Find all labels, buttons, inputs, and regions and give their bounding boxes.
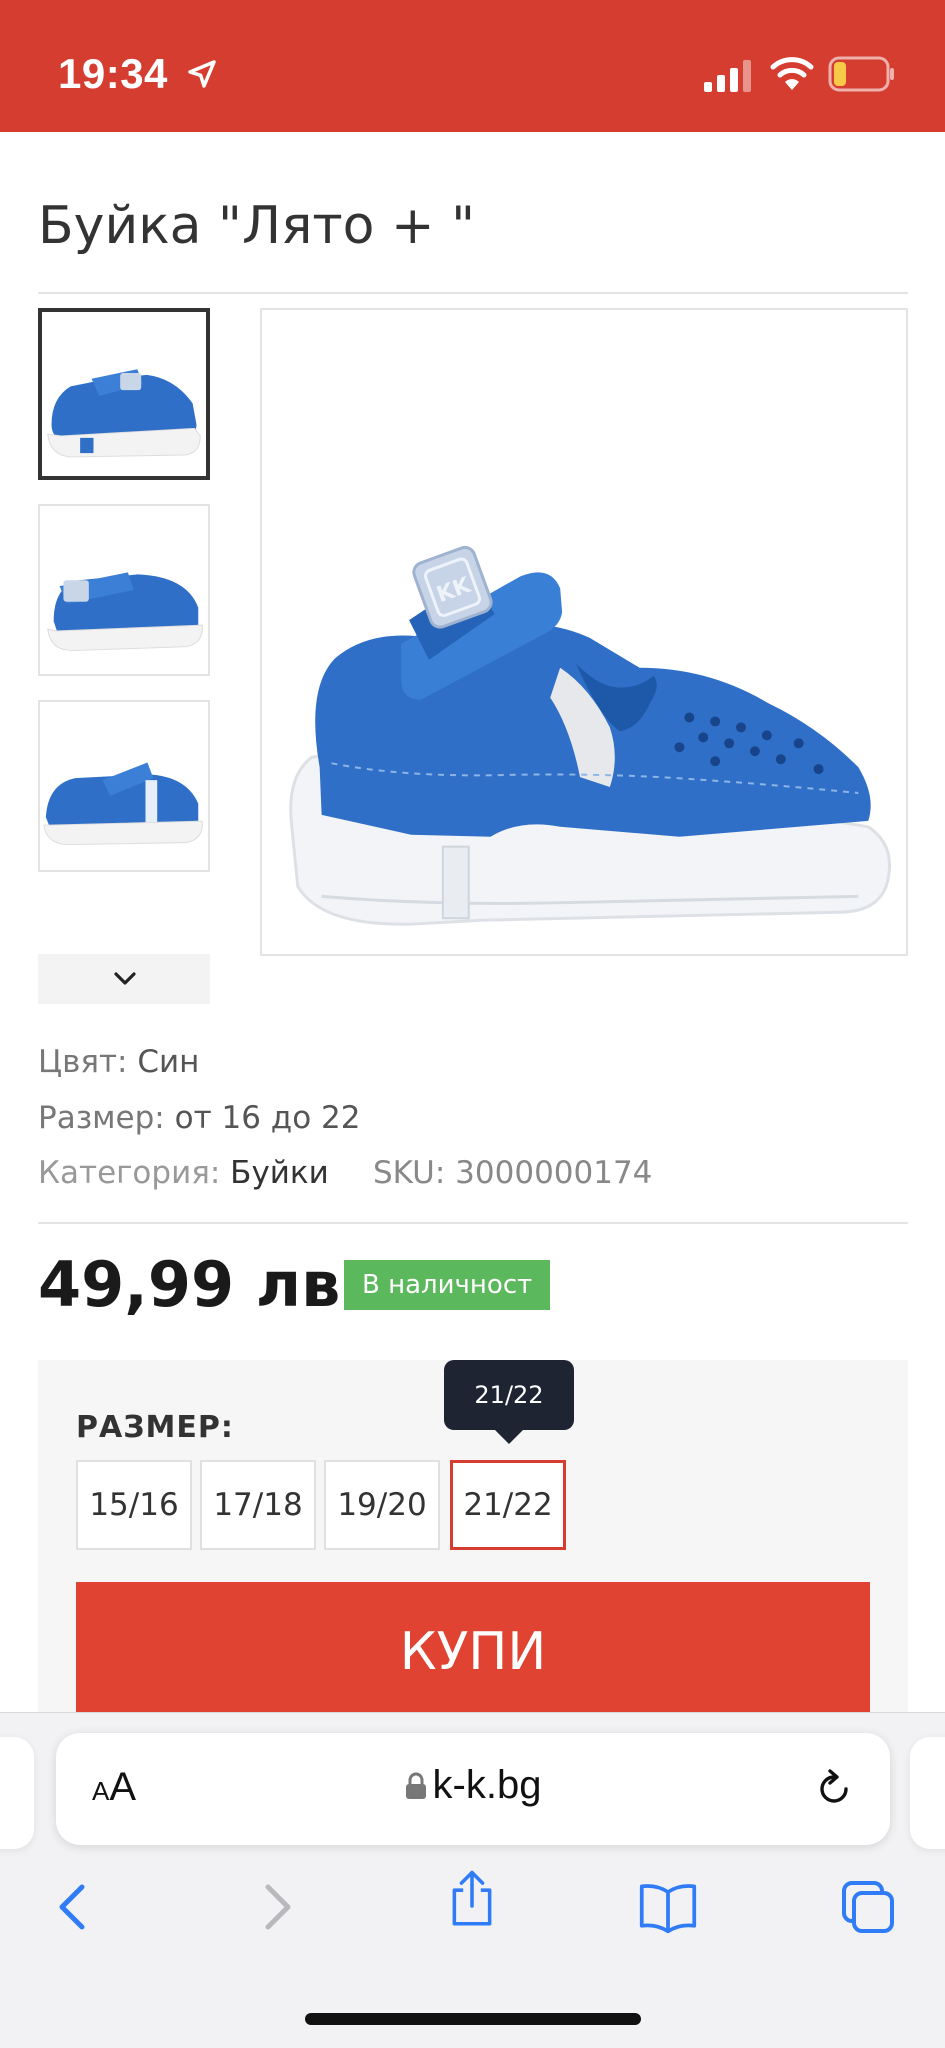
divider: [38, 1222, 908, 1224]
size-option-19-20[interactable]: 19/20: [324, 1460, 440, 1550]
divider: [38, 292, 908, 294]
shoe-thumbnail-image: [40, 702, 208, 870]
battery-low-icon: [828, 56, 894, 92]
color-value: Син: [137, 1044, 200, 1080]
size-tooltip: 21/22: [444, 1360, 574, 1430]
next-tab-preview[interactable]: [910, 1737, 945, 1849]
product-sku: SKU: 3000000174: [373, 1155, 652, 1191]
product-category: Категория: Буйки: [38, 1155, 329, 1191]
buy-button[interactable]: КУПИ: [76, 1582, 870, 1722]
status-time: 19:34: [58, 50, 168, 97]
address-bar[interactable]: AA k-k.bg: [56, 1733, 890, 1845]
product-title: Буйка "Лято + ": [38, 196, 475, 256]
lock-icon: [405, 1772, 426, 1799]
size-tooltip-arrow: [495, 1430, 523, 1444]
thumbnail-3[interactable]: [38, 700, 210, 872]
category-label: Категория:: [38, 1155, 221, 1191]
home-indicator: [305, 2013, 641, 2025]
sku-label: SKU:: [373, 1155, 446, 1191]
blue-sandal-image: KK: [262, 310, 906, 954]
tabs-icon[interactable]: [838, 1877, 898, 1937]
back-arrow-icon[interactable]: [44, 1877, 104, 1937]
shoe-thumbnail-image: [40, 506, 208, 674]
thumbnails-scroll-down-button[interactable]: [38, 954, 210, 1004]
share-icon[interactable]: [442, 1869, 502, 1929]
reload-icon[interactable]: [812, 1767, 856, 1811]
product-main-image[interactable]: KK: [260, 308, 908, 956]
product-price: 49,99 лв.: [38, 1248, 364, 1321]
purchase-panel: РАЗМЕР: 15/16 17/18 19/20 21/22 21/22 КУ…: [38, 1360, 908, 1722]
category-link[interactable]: Буйки: [230, 1155, 329, 1191]
location-arrow-icon: [188, 60, 216, 88]
sku-value: 3000000174: [455, 1155, 653, 1191]
size-option-17-18[interactable]: 17/18: [200, 1460, 316, 1550]
thumbnail-2[interactable]: [38, 504, 210, 676]
size-option-21-22[interactable]: 21/22: [450, 1460, 566, 1550]
forward-arrow-icon[interactable]: [246, 1877, 306, 1937]
size-range-value: от 16 до 22: [174, 1100, 361, 1136]
size-option-15-16[interactable]: 15/16: [76, 1460, 192, 1550]
url-text: k-k.bg: [432, 1763, 542, 1807]
size-selector-label: РАЗМЕР:: [76, 1410, 234, 1445]
status-bar: 19:34: [0, 0, 945, 132]
product-size-range: Размер: от 16 до 22: [38, 1100, 361, 1136]
shoe-thumbnail-image: [42, 312, 206, 476]
color-label: Цвят:: [38, 1044, 128, 1080]
browser-toolbar: AA k-k.bg: [0, 1712, 945, 2048]
thumbnail-1[interactable]: [38, 308, 210, 480]
cellular-signal-icon: [704, 60, 751, 92]
url-display[interactable]: k-k.bg: [56, 1763, 890, 1808]
size-range-label: Размер:: [38, 1100, 165, 1136]
stock-badge: В наличност: [344, 1260, 551, 1310]
wifi-icon: [770, 57, 814, 90]
bookmarks-icon[interactable]: [638, 1877, 698, 1937]
product-color: Цвят: Син: [38, 1044, 199, 1080]
chevron-down-icon: [114, 972, 136, 985]
previous-tab-preview[interactable]: [0, 1737, 34, 1849]
